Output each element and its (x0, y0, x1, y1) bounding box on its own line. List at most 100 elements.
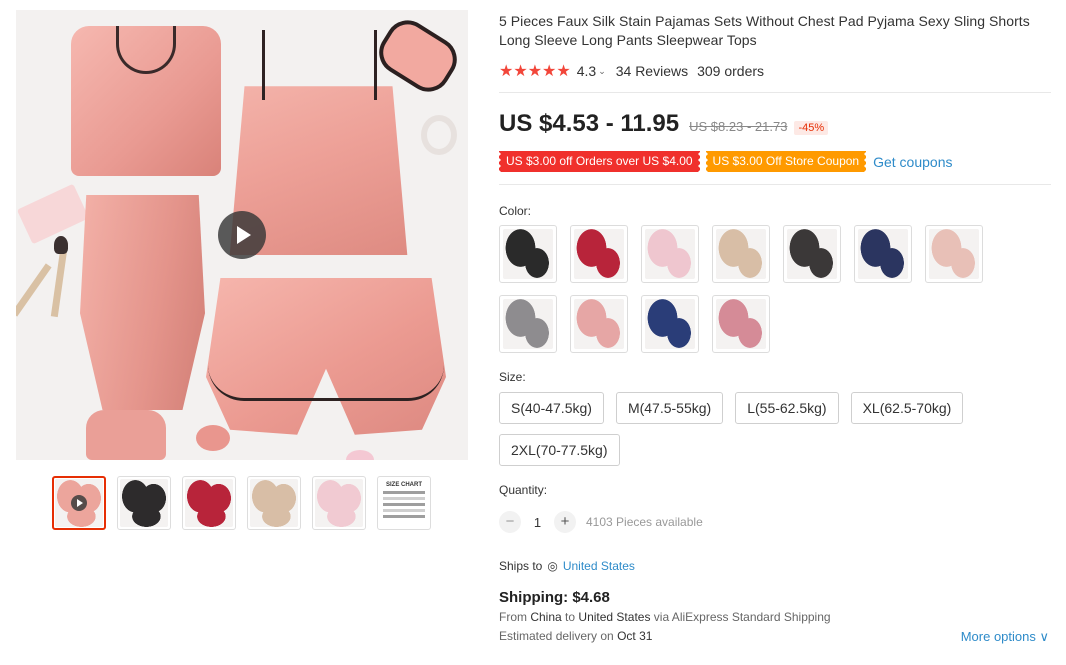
ships-to-label: Ships to (499, 559, 543, 573)
to-word: to (565, 610, 576, 624)
color-swatch-navy[interactable] (641, 295, 699, 353)
rating-value[interactable]: 4.3 (577, 63, 596, 79)
quantity-value[interactable]: 1 (521, 515, 554, 530)
thumbnail-pink-video[interactable] (52, 476, 106, 530)
strap-image (262, 30, 265, 100)
product-title: 5 Pieces Faux Silk Stain Pajamas Sets Wi… (499, 13, 1030, 48)
quantity-plus-button[interactable]: + (554, 511, 576, 533)
gift-card-image (16, 183, 90, 245)
color-swatch-light-pink[interactable] (641, 225, 699, 283)
location-pin-icon: ◎ (547, 559, 558, 573)
color-swatch-image (574, 229, 624, 279)
estimated-delivery: Estimated delivery on Oct 31 (499, 629, 652, 645)
color-swatch-image (503, 299, 553, 349)
color-swatch-image (858, 229, 908, 279)
delivery-row: Estimated delivery on Oct 31 More option… (499, 629, 1049, 645)
pouch-image (86, 410, 166, 460)
pants-image (80, 195, 205, 410)
thumbnail-image (55, 479, 103, 527)
thumbnail-image (250, 479, 298, 527)
quantity-stepper: − 1 + 4103 Pieces available (499, 511, 1051, 533)
thumbnail-champagne-set[interactable] (247, 476, 301, 530)
ships-to-row: Ships to ◎ United States (499, 559, 1051, 573)
color-swatch-image (929, 229, 979, 279)
size-option-button[interactable]: XL(62.5-70kg) (850, 392, 964, 424)
hair-tie-image (421, 115, 457, 155)
size-option-button[interactable]: M(47.5-55kg) (615, 392, 724, 424)
coupon-badge-orders[interactable]: US $3.00 off Orders over US $4.00 (499, 151, 700, 172)
delivery-date: Oct 31 (617, 629, 653, 643)
reviews-link[interactable]: 34 Reviews (616, 63, 688, 79)
discount-badge: -45% (794, 121, 829, 135)
coupon-badge-store[interactable]: US $3.00 Off Store Coupon (705, 151, 867, 172)
shorts-image (206, 278, 446, 435)
size-option-button[interactable]: L(55-62.5kg) (735, 392, 839, 424)
color-swatch-rose-print[interactable] (712, 295, 770, 353)
thumbnail-light-pink-set[interactable] (312, 476, 366, 530)
delivery-prefix: Estimated delivery on (499, 629, 614, 643)
thumbnail-red-set[interactable] (182, 476, 236, 530)
ship-country-link[interactable]: United States (563, 559, 635, 573)
main-product-image[interactable] (16, 10, 468, 460)
divider (499, 184, 1051, 185)
shirt-image (71, 26, 221, 176)
color-swatch-pink-lace[interactable] (925, 225, 983, 283)
image-gallery: SIZE CHART (16, 10, 468, 530)
color-swatch-image (645, 229, 695, 279)
product-info: 5 Pieces Faux Silk Stain Pajamas Sets Wi… (499, 12, 1051, 645)
makeup-brush-image (16, 263, 52, 317)
shipping-cost: Shipping: $4.68 (499, 589, 610, 606)
thumbnail-image: SIZE CHART (380, 479, 428, 527)
color-swatch-image (716, 299, 766, 349)
size-chart-rows (383, 491, 425, 518)
color-swatch-navy-lace[interactable] (854, 225, 912, 283)
color-label: Color: (499, 204, 532, 218)
thumbnail-image (315, 479, 363, 527)
shorts-piping (208, 365, 444, 401)
color-swatch-image (503, 229, 553, 279)
from-prefix: From (499, 610, 527, 624)
color-swatch-image (574, 299, 624, 349)
size-option-button[interactable]: 2XL(70-77.5kg) (499, 434, 620, 466)
size-option-button[interactable]: S(40-47.5kg) (499, 392, 604, 424)
more-options-link[interactable]: More options ∨ (961, 629, 1049, 645)
color-swatch-image (716, 229, 766, 279)
to-country: United States (578, 610, 651, 624)
size-label: Size: (499, 370, 526, 384)
divider (499, 92, 1051, 93)
quantity-minus-button[interactable]: − (499, 511, 521, 533)
star-rating-icon: ★★★★★ (499, 63, 571, 80)
quantity-label: Quantity: (499, 483, 548, 497)
color-swatch-pink-print[interactable] (570, 295, 628, 353)
thumbnail-black-set[interactable] (117, 476, 171, 530)
chevron-down-icon[interactable]: ⌄ (598, 66, 606, 77)
color-options (499, 225, 989, 353)
color-swatch-grey[interactable] (499, 295, 557, 353)
rating-row: ★★★★★ 4.3 ⌄ 34 Reviews 309 orders (499, 61, 1051, 81)
original-price: US $8.23 - 21.73 (689, 119, 788, 134)
thumbnail-size-chart[interactable]: SIZE CHART (377, 476, 431, 530)
thumbnail-image (185, 479, 233, 527)
orders-count: 309 orders (697, 63, 765, 79)
pieces-available: 4103 Pieces available (586, 515, 703, 529)
shipping-route: From China to United States via AliExpre… (499, 610, 1051, 624)
color-swatch-red[interactable] (570, 225, 628, 283)
thumbnail-strip: SIZE CHART (52, 476, 468, 530)
scrunchie-image (196, 425, 230, 451)
thumbnail-image (120, 479, 168, 527)
coupon-row: US $3.00 off Orders over US $4.00 US $3.… (499, 151, 1051, 172)
color-swatch-black[interactable] (499, 225, 557, 283)
price-row: US $4.53 - 11.95 US $8.23 - 21.73 -45% (499, 110, 1051, 138)
get-coupons-link[interactable]: Get coupons (873, 154, 952, 170)
play-video-icon[interactable] (218, 211, 266, 259)
play-icon (71, 495, 87, 511)
color-swatch-black-lace[interactable] (783, 225, 841, 283)
strap-image (374, 30, 377, 100)
color-swatch-champagne[interactable] (712, 225, 770, 283)
size-chart-title: SIZE CHART (386, 482, 422, 488)
from-country: China (530, 610, 562, 624)
size-options: S(40-47.5kg) M(47.5-55kg) L(55-62.5kg) XL(6… (499, 392, 989, 466)
current-price: US $4.53 - 11.95 (499, 110, 680, 137)
color-swatch-image (645, 299, 695, 349)
flower-image (346, 450, 374, 460)
